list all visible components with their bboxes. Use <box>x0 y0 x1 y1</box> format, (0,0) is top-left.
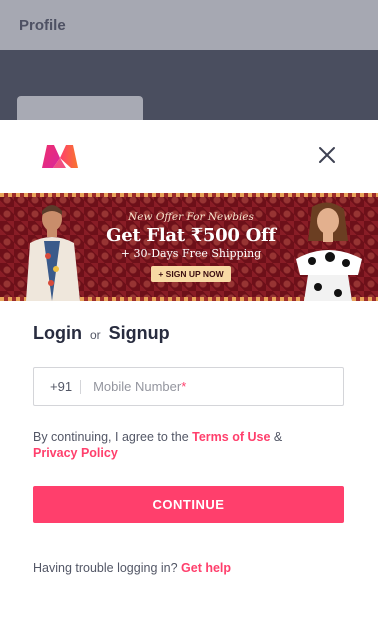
banner-signup-button[interactable]: + SIGN UP NOW <box>151 266 231 282</box>
background-page-title: Profile <box>19 17 66 34</box>
banner-border-top <box>0 193 378 197</box>
login-title: Login <box>33 323 82 343</box>
male-model-image <box>26 205 80 301</box>
privacy-policy-link[interactable]: Privacy Policy <box>33 446 118 460</box>
get-help-link[interactable]: Get help <box>181 561 231 575</box>
banner-tagline: New Offer For Newbies <box>128 211 254 223</box>
terms-of-use-link[interactable]: Terms of Use <box>192 430 270 444</box>
female-model-image <box>296 202 362 301</box>
input-divider <box>80 379 82 394</box>
required-mark: * <box>181 379 187 394</box>
terms-prefix: By continuing, I agree to the <box>33 430 193 444</box>
terms-middle: & <box>270 430 283 444</box>
login-sheet: New Offer For Newbies Get Flat ₹500 Off … <box>0 120 378 621</box>
close-icon[interactable] <box>318 146 336 164</box>
myntra-logo-icon <box>42 145 78 168</box>
continue-button[interactable]: CONTINUE <box>33 486 344 523</box>
help-text: Having trouble logging in? Get help <box>33 561 231 575</box>
banner-text-block: New Offer For Newbies Get Flat ₹500 Off … <box>96 211 286 282</box>
promo-banner[interactable]: New Offer For Newbies Get Flat ₹500 Off … <box>0 193 378 301</box>
banner-offer-title: Get Flat ₹500 Off <box>106 225 276 246</box>
mobile-number-input[interactable]: +91 Mobile Number * <box>33 367 344 406</box>
signup-title: Signup <box>108 323 170 343</box>
login-heading: Login or Signup <box>33 323 170 344</box>
background-header: Profile <box>0 0 378 50</box>
mobile-placeholder: Mobile Number <box>93 379 182 394</box>
banner-offer-subtitle: + 30-Days Free Shipping <box>120 247 262 260</box>
heading-or: or <box>89 328 101 342</box>
help-prefix: Having trouble logging in? <box>33 561 182 575</box>
country-code: +91 <box>50 379 73 394</box>
terms-text: By continuing, I agree to the Terms of U… <box>33 429 333 461</box>
